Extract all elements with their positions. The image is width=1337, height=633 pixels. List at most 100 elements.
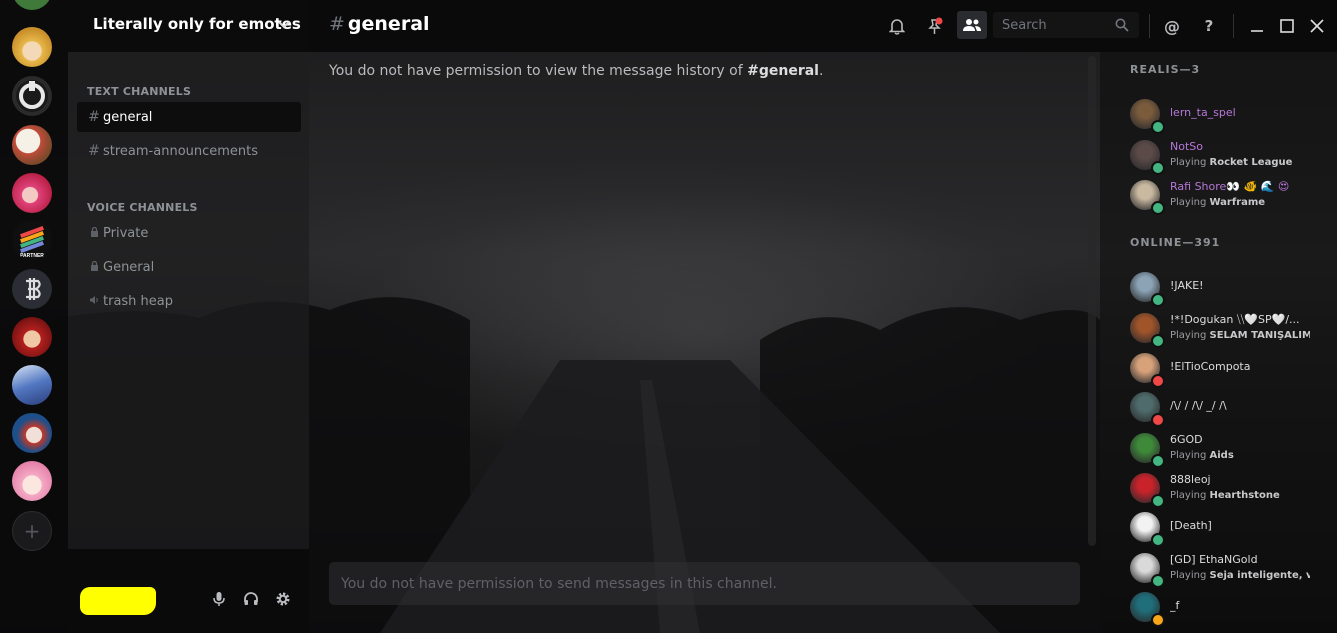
member-row[interactable]: lern_ta_spel xyxy=(1130,97,1330,134)
voice-channel-general[interactable]: General xyxy=(77,252,301,282)
member-name: NotSo xyxy=(1170,140,1203,153)
member-row[interactable]: !JAKE! xyxy=(1130,270,1330,307)
activity-prefix: Playing xyxy=(1170,157,1210,168)
member-name: 888leoj xyxy=(1170,473,1211,486)
chevron-down-icon[interactable] xyxy=(276,17,292,33)
headphones-icon[interactable] xyxy=(243,591,259,607)
activity-prefix: Playing xyxy=(1170,490,1210,501)
server-avatar-pink-anime[interactable] xyxy=(12,461,52,501)
channel-general[interactable]: # general xyxy=(77,102,301,132)
speaker-icon xyxy=(87,293,101,309)
search-icon xyxy=(1115,18,1129,32)
voice-channel-private[interactable]: Private xyxy=(77,218,301,248)
hash-icon: # xyxy=(88,109,100,125)
activity-prefix: Playing xyxy=(1170,197,1210,208)
server-avatar-pink-hair[interactable] xyxy=(12,173,52,213)
status-indicator xyxy=(1151,293,1165,307)
server-avatar-crypto-logo[interactable] xyxy=(12,269,52,309)
server-avatar-red-hair[interactable] xyxy=(12,317,52,357)
channel-label: general xyxy=(103,109,153,125)
member-row[interactable]: !ElTioCompota xyxy=(1130,351,1330,388)
channel-label: trash heap xyxy=(103,293,174,309)
member-row[interactable]: 6GOD Playing Aids xyxy=(1130,431,1330,468)
message-input-disabled[interactable]: You do not have permission to send messa… xyxy=(329,562,1080,605)
member-row[interactable]: [GD] EthaNGold Playing Seja inteligente, … xyxy=(1130,551,1330,588)
server-avatar-partner[interactable]: PARTNER xyxy=(12,220,52,260)
member-activity: Playing SELAM TANIŞALIMI ... xyxy=(1170,330,1310,341)
member-name: Rafi Shore👀 🐠 🌊 😍 xyxy=(1170,180,1290,193)
channel-stream-announcements[interactable]: # stream-announcements xyxy=(77,136,301,166)
server-avatar-blue-city[interactable] xyxy=(12,365,52,405)
member-activity: Playing Rocket League xyxy=(1170,157,1310,168)
maximize-window-icon[interactable] xyxy=(1274,13,1300,39)
member-row[interactable]: /\/ / /\/ _/ /\ xyxy=(1130,390,1330,427)
mentions-icon[interactable]: @ xyxy=(1159,13,1185,39)
member-name: [GD] EthaNGold xyxy=(1170,553,1258,566)
server-avatar-gear-logo[interactable] xyxy=(12,76,52,116)
lock-icon xyxy=(87,259,101,275)
status-indicator xyxy=(1151,613,1165,627)
microphone-icon[interactable] xyxy=(212,591,226,607)
gear-logo-icon xyxy=(16,80,48,112)
minimize-window-icon[interactable] xyxy=(1244,13,1270,39)
guild-header[interactable]: Literally only for emotes xyxy=(68,0,309,52)
server-avatar-anime-blue[interactable] xyxy=(12,413,52,453)
activity-game: Hearthstone xyxy=(1209,490,1280,501)
activity-prefix: Playing xyxy=(1170,330,1210,341)
activity-game: SELAM TANIŞALIMI ... xyxy=(1209,330,1311,341)
member-name: /\/ / /\/ _/ /\ xyxy=(1170,399,1227,412)
voice-channel-trash-heap[interactable]: trash heap xyxy=(77,286,301,316)
partner-badge-text: PARTNER xyxy=(20,253,44,259)
member-row[interactable]: Rafi Shore👀 🐠 🌊 😍 Playing Warframe xyxy=(1130,178,1330,215)
user-panel xyxy=(68,549,309,633)
member-row[interactable]: [Death] xyxy=(1130,510,1330,547)
role-group-header: REALIS—3 xyxy=(1130,63,1201,76)
partner-stripes-icon: PARTNER xyxy=(20,226,44,259)
hash-icon: # xyxy=(329,13,345,35)
member-name: lern_ta_spel xyxy=(1170,106,1236,119)
help-icon[interactable]: ? xyxy=(1196,13,1222,39)
status-indicator xyxy=(1151,334,1165,348)
chat-scrollbar[interactable] xyxy=(1088,56,1096,546)
member-list-toggle-icon[interactable] xyxy=(957,11,987,39)
settings-gear-icon[interactable] xyxy=(275,591,291,607)
member-name: _f xyxy=(1170,599,1180,612)
chat-area: You do not have permission to view the m… xyxy=(309,52,1100,633)
status-indicator xyxy=(1151,413,1165,427)
member-row[interactable]: _f xyxy=(1130,590,1330,627)
member-row[interactable]: !*!Dogukan ⧹⧹🤍SP🤍/... Playing SELAM TANIŞ… xyxy=(1130,311,1330,348)
channel-label: stream-announcements xyxy=(103,143,259,159)
notification-bell-icon[interactable] xyxy=(884,13,910,39)
notice-channel: #general xyxy=(747,63,819,79)
member-name: !*!Dogukan ⧹⧹🤍SP🤍/... xyxy=(1170,313,1300,326)
channel-header: # general Search @ ? xyxy=(309,0,1337,52)
add-server-button[interactable]: + xyxy=(12,511,52,551)
server-avatar-blonde-girl[interactable] xyxy=(12,27,52,67)
member-name: !JAKE! xyxy=(1170,279,1204,292)
username-redacted[interactable] xyxy=(80,587,156,615)
lock-icon xyxy=(87,225,101,241)
server-list: PARTNER + xyxy=(0,0,68,633)
member-activity: Playing Seja inteligente, vi... xyxy=(1170,570,1310,581)
member-row[interactable]: NotSo Playing Rocket League xyxy=(1130,138,1330,175)
channel-sidebar: Literally only for emotes TEXT CHANNELS … xyxy=(68,0,309,633)
pinned-messages-icon[interactable] xyxy=(922,13,948,39)
server-avatar-cartoon-group[interactable] xyxy=(12,125,52,165)
add-server-label: + xyxy=(23,519,41,543)
member-row[interactable]: 888leoj Playing Hearthstone xyxy=(1130,471,1330,508)
hash-icon: # xyxy=(88,143,100,159)
close-window-icon[interactable] xyxy=(1304,13,1330,39)
voice-channels-category[interactable]: VOICE CHANNELS xyxy=(87,201,198,214)
search-input[interactable]: Search xyxy=(993,12,1139,38)
channel-label: General xyxy=(103,259,155,275)
member-activity: Playing Hearthstone xyxy=(1170,490,1310,501)
message-input-placeholder: You do not have permission to send messa… xyxy=(341,575,777,592)
status-indicator xyxy=(1151,161,1165,175)
status-indicator xyxy=(1151,374,1165,388)
text-channels-category[interactable]: TEXT CHANNELS xyxy=(87,85,191,98)
activity-game: Aids xyxy=(1209,450,1234,461)
status-indicator xyxy=(1151,574,1165,588)
online-group-header: ONLINE—391 xyxy=(1130,236,1221,249)
status-indicator xyxy=(1151,454,1165,468)
server-avatar-top-cut[interactable] xyxy=(12,0,52,10)
